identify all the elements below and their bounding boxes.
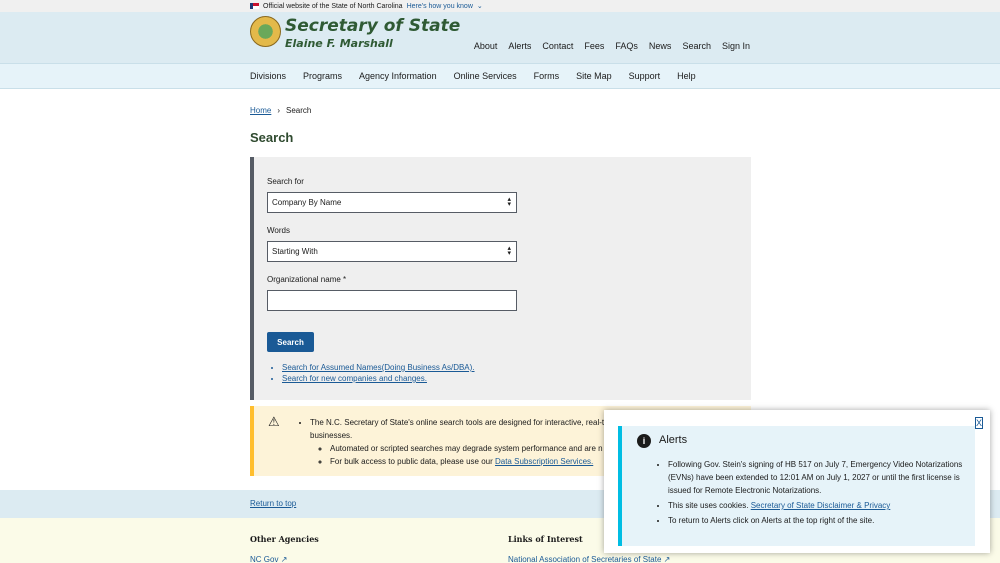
nass-label: National Association of Secretaries of S… xyxy=(508,555,662,563)
util-nav-sign-in[interactable]: Sign In xyxy=(722,41,750,51)
breadcrumb-separator: › xyxy=(277,106,281,115)
list-item: Following Gov. Stein's signing of HB 517… xyxy=(668,458,970,497)
main-nav-help[interactable]: Help xyxy=(677,71,696,81)
list-item: This site uses cookies. Secretary of Sta… xyxy=(668,499,970,512)
list-item: Automated or scripted searches may degra… xyxy=(330,442,604,455)
nc-gov-link[interactable]: NC Gov ↗ xyxy=(250,555,287,563)
list-item: To return to Alerts click on Alerts at t… xyxy=(668,514,970,527)
state-seal-logo[interactable] xyxy=(250,16,281,47)
nass-link[interactable]: National Association of Secretaries of S… xyxy=(508,555,670,563)
breadcrumb-home-link[interactable]: Home xyxy=(250,106,271,115)
util-nav-news[interactable]: News xyxy=(649,41,672,51)
gov-banner: Official website of the State of North C… xyxy=(0,0,1000,12)
alerts-list: Following Gov. Stein's signing of HB 517… xyxy=(668,458,970,529)
breadcrumb-current: Search xyxy=(286,106,312,115)
cookies-text: This site uses cookies. xyxy=(668,501,751,510)
search-button[interactable]: Search xyxy=(267,332,314,352)
words-value: Starting With xyxy=(272,247,318,256)
data-subscription-link[interactable]: Data Subscription Services. xyxy=(495,457,593,466)
site-title[interactable]: Secretary of State xyxy=(285,16,460,36)
site-subtitle: Elaine F. Marshall xyxy=(285,37,393,50)
search-form: Search for Company By Name ▴ ▾ Words Star… xyxy=(250,157,751,400)
warning-list: The N.C. Secretary of State's online sea… xyxy=(310,416,604,468)
search-for-value: Company By Name xyxy=(272,198,342,207)
org-name-input[interactable] xyxy=(267,290,517,311)
close-button[interactable]: X xyxy=(975,417,983,429)
nc-gov-label: NC Gov xyxy=(250,555,279,563)
select-arrows-icon: ▴ ▾ xyxy=(507,245,511,257)
disclaimer-privacy-link[interactable]: Secretary of State Disclaimer & Privacy xyxy=(751,501,891,510)
bulk-access-text: For bulk access to public data, please u… xyxy=(330,457,495,466)
main-nav: Divisions Programs Agency Information On… xyxy=(0,63,1000,89)
warning-sublist: Automated or scripted searches may degra… xyxy=(310,442,604,468)
alerts-modal: X i Alerts Following Gov. Stein's signin… xyxy=(604,410,990,553)
search-for-label: Search for xyxy=(267,177,304,186)
utility-nav: About Alerts Contact Fees FAQs News Sear… xyxy=(474,41,750,51)
gov-banner-text: Official website of the State of North C… xyxy=(263,2,403,10)
words-select[interactable]: Starting With ▴ ▾ xyxy=(267,241,517,262)
util-nav-faqs[interactable]: FAQs xyxy=(615,41,638,51)
list-item: The N.C. Secretary of State's online sea… xyxy=(310,416,604,468)
main-nav-programs[interactable]: Programs xyxy=(303,71,342,81)
words-label: Words xyxy=(267,226,290,235)
info-icon: i xyxy=(637,434,651,448)
list-item: Search for new companies and changes. xyxy=(282,374,475,383)
main-nav-support[interactable]: Support xyxy=(629,71,661,81)
main-nav-divisions[interactable]: Divisions xyxy=(250,71,286,81)
warning-icon: ⚠ xyxy=(268,414,280,429)
how-you-know-link[interactable]: Here's how you know xyxy=(407,3,473,10)
assumed-names-link[interactable]: Search for Assumed Names(Doing Business … xyxy=(282,363,475,372)
util-nav-search[interactable]: Search xyxy=(682,41,711,51)
warning-text: The N.C. Secretary of State's online sea… xyxy=(310,418,605,427)
alerts-title: Alerts xyxy=(659,434,688,446)
site-header: Secretary of State Elaine F. Marshall Ab… xyxy=(0,12,1000,63)
util-nav-fees[interactable]: Fees xyxy=(584,41,604,51)
util-nav-alerts[interactable]: Alerts xyxy=(508,41,531,51)
list-item: For bulk access to public data, please u… xyxy=(330,455,604,468)
alerts-panel: i Alerts Following Gov. Stein's signing … xyxy=(618,426,975,546)
search-links: Search for Assumed Names(Doing Business … xyxy=(282,363,475,385)
org-name-label: Organizational name * xyxy=(267,275,347,284)
util-nav-about[interactable]: About xyxy=(474,41,498,51)
select-arrows-icon: ▴ ▾ xyxy=(507,196,511,208)
warning-text-cont: businesses. xyxy=(310,431,353,440)
search-for-select[interactable]: Company By Name ▴ ▾ xyxy=(267,192,517,213)
external-link-icon: ↗ xyxy=(280,555,288,563)
main-nav-forms[interactable]: Forms xyxy=(534,71,560,81)
breadcrumb: Home › Search xyxy=(250,106,311,115)
list-item: Search for Assumed Names(Doing Business … xyxy=(282,363,475,372)
main-nav-online-services[interactable]: Online Services xyxy=(454,71,517,81)
main-nav-agency-information[interactable]: Agency Information xyxy=(359,71,437,81)
page-title: Search xyxy=(250,130,294,145)
new-companies-link[interactable]: Search for new companies and changes. xyxy=(282,374,427,383)
footer-heading-other-agencies: Other Agencies xyxy=(250,534,319,544)
return-to-top-link[interactable]: Return to top xyxy=(250,499,296,508)
main-nav-site-map[interactable]: Site Map xyxy=(576,71,612,81)
chevron-down-icon[interactable]: ⌄ xyxy=(477,2,483,10)
external-link-icon: ↗ xyxy=(663,555,671,563)
util-nav-contact[interactable]: Contact xyxy=(542,41,573,51)
nc-flag-icon xyxy=(250,3,259,9)
footer-heading-links-of-interest: Links of Interest xyxy=(508,534,583,544)
